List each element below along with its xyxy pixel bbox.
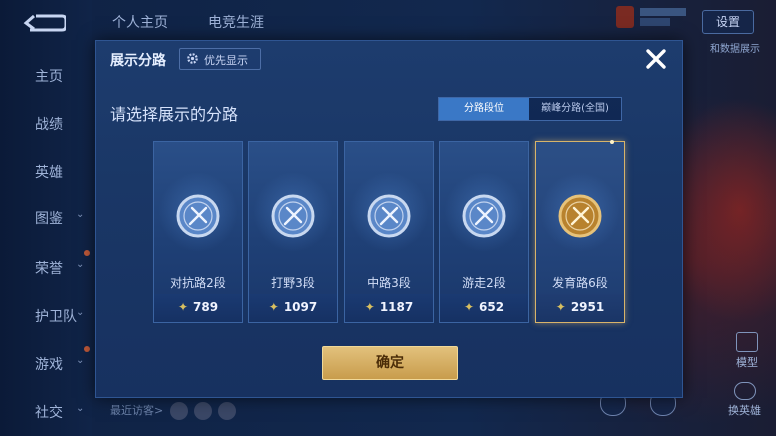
mid-lane-icon <box>367 194 411 238</box>
lane-score-value: 652 <box>479 300 505 314</box>
confirm-button[interactable]: 确定 <box>322 346 458 380</box>
model-icon <box>736 332 758 352</box>
priority-display-button[interactable]: 优先显示 <box>179 48 261 70</box>
gear-icon <box>187 53 198 64</box>
lane-card[interactable]: 打野3段 ✦ 1097 <box>248 141 338 323</box>
sidebar-item[interactable]: 游戏 ⌄ <box>0 346 92 374</box>
lane-score-value: 789 <box>193 300 219 314</box>
lane-score-bar: ✦ 652 <box>440 294 528 322</box>
lane-card[interactable]: 游走2段 ✦ 652 <box>439 141 529 323</box>
clash-lane-icon <box>176 194 220 238</box>
sidebar-item[interactable]: 战绩 <box>0 114 92 134</box>
player-info-bar-2 <box>640 18 670 26</box>
lane-score-value: 1187 <box>379 300 414 314</box>
priority-display-label: 优先显示 <box>204 54 248 67</box>
lane-rank-label: 发育路6段 <box>552 276 608 290</box>
sidebar-item-label: 主页 <box>35 69 63 85</box>
player-avatar <box>616 6 634 28</box>
lane-score-bar: ✦ 789 <box>154 294 242 322</box>
lane-card[interactable]: 对抗路2段 ✦ 789 <box>153 141 243 323</box>
lane-rank-label: 中路3段 <box>367 276 411 290</box>
back-arrow-icon[interactable] <box>22 12 66 34</box>
visitor-avatar[interactable] <box>218 402 236 420</box>
player-info-bar <box>640 8 686 16</box>
sidebar-item-label: 战绩 <box>35 117 63 133</box>
chevron-down-icon: ⌄ <box>76 307 85 318</box>
close-icon[interactable] <box>644 47 668 71</box>
lane-card[interactable]: 中路3段 ✦ 1187 <box>344 141 434 323</box>
lane-score-bar: ✦ 1187 <box>345 294 433 322</box>
score-star-icon: ✦ <box>555 300 566 314</box>
lane-score-bar: ✦ 1097 <box>249 294 337 322</box>
lane-score: ✦ 1187 <box>345 300 433 314</box>
jungle-icon <box>271 194 315 238</box>
sidebar-item-label: 英雄 <box>35 165 63 181</box>
select-lane-prompt: 请选择展示的分路 <box>110 105 239 124</box>
lane-score-value: 2951 <box>570 300 605 314</box>
lane-score: ✦ 1097 <box>249 300 337 314</box>
score-star-icon: ✦ <box>364 300 375 314</box>
lane-score-bar: ✦ 2951 <box>536 294 624 322</box>
swap-hero-label: 换英雄 <box>728 404 761 417</box>
settings-button[interactable]: 设置 <box>702 10 754 34</box>
score-star-icon: ✦ <box>268 300 279 314</box>
sidebar-item[interactable]: 荣誉 ⌄ <box>0 250 92 278</box>
lane-card[interactable]: 发育路6段 ✦ 2951 <box>535 140 625 323</box>
display-setting-text: 和数据展示 <box>710 44 760 55</box>
score-star-icon: ✦ <box>177 300 188 314</box>
model-button[interactable]: 模型 <box>736 332 758 370</box>
recent-visitors-label[interactable]: 最近访客> <box>110 402 163 418</box>
roam-icon <box>462 194 506 238</box>
sidebar-item[interactable]: 主页 <box>0 66 92 86</box>
farm-lane-icon <box>558 194 602 238</box>
sidebar-item-label: 荣誉 <box>35 261 63 277</box>
score-star-icon: ✦ <box>463 300 474 314</box>
lane-score: ✦ 652 <box>440 300 528 314</box>
chevron-down-icon: ⌄ <box>76 209 85 220</box>
tab-personal-home[interactable]: 个人主页 <box>112 12 168 32</box>
visitor-avatar[interactable] <box>194 402 212 420</box>
sidebar-item[interactable]: 英雄 <box>0 162 92 182</box>
lane-display-modal: 展示分路 优先显示 请选择展示的分路 分路段位 巅峰分路(全国) 对抗路2段 ✦ 7… <box>95 40 683 398</box>
sidebar-item-label: 游戏 <box>35 357 63 373</box>
swap-hero-button[interactable]: 换英雄 <box>728 382 761 418</box>
chevron-down-icon: ⌄ <box>76 403 85 414</box>
model-label: 模型 <box>736 356 758 369</box>
tab-esports-career[interactable]: 电竞生涯 <box>208 12 264 32</box>
modal-header: 展示分路 优先显示 <box>96 41 682 77</box>
sidebar-item-label: 图鉴 <box>35 211 63 227</box>
chevron-down-icon: ⌄ <box>76 355 85 366</box>
lane-score-value: 1097 <box>283 300 318 314</box>
sidebar-item[interactable]: 护卫队 ⌄ <box>0 306 92 326</box>
lane-score: ✦ 2951 <box>536 300 624 314</box>
visitor-avatar[interactable] <box>170 402 188 420</box>
sidebar-item[interactable]: 图鉴 ⌄ <box>0 208 92 228</box>
chevron-down-icon: ⌄ <box>76 259 85 270</box>
notification-dot <box>84 250 90 256</box>
sidebar-item[interactable]: 社交 ⌄ <box>0 402 92 422</box>
tab-peak-lane-national[interactable]: 巅峰分路(全国) <box>529 98 621 120</box>
tab-lane-rank[interactable]: 分路段位 <box>439 98 529 120</box>
lane-rank-label: 对抗路2段 <box>170 276 226 290</box>
selected-indicator <box>610 140 614 144</box>
modal-title: 展示分路 <box>110 53 166 69</box>
lane-score: ✦ 789 <box>154 300 242 314</box>
sidebar-item-label: 护卫队 <box>35 309 77 325</box>
notification-dot <box>84 346 90 352</box>
lane-rank-label: 打野3段 <box>271 276 315 290</box>
sidebar-item-label: 社交 <box>35 405 63 421</box>
lane-tab-group: 分路段位 巅峰分路(全国) <box>438 97 622 121</box>
lane-rank-label: 游走2段 <box>462 276 506 290</box>
top-right-bar: 设置 <box>596 4 776 34</box>
swap-hero-icon <box>733 382 756 400</box>
